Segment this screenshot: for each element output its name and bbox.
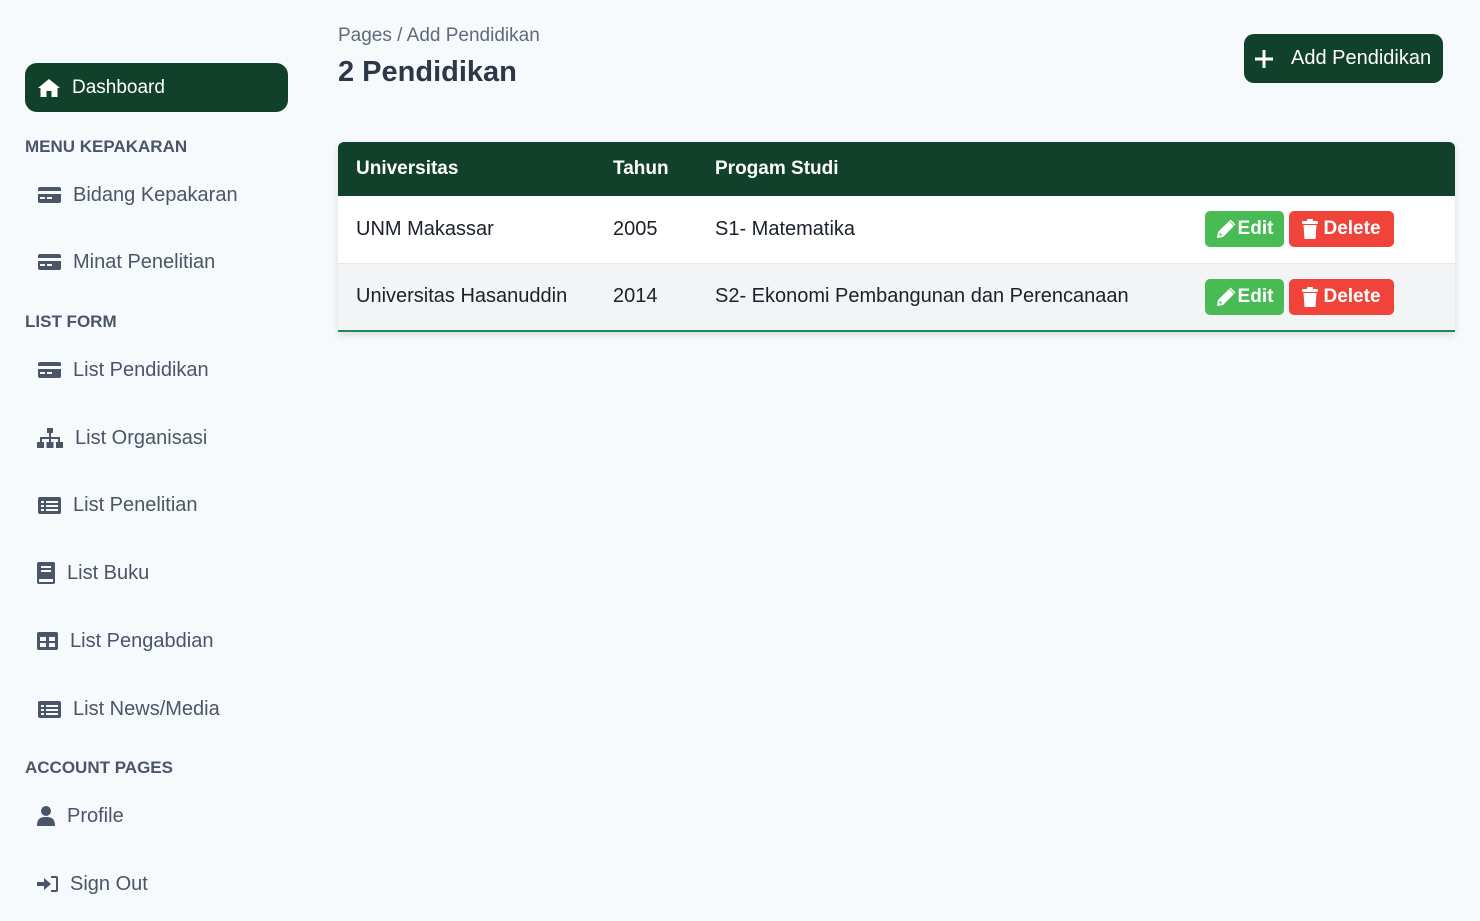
sidebar-item-label: Minat Penelitian [73, 250, 216, 273]
edit-button[interactable]: Edit [1205, 278, 1284, 315]
sidebar: Dashboard MENU KEPAKARAN Bidang Kepakara… [0, 0, 313, 921]
trash-icon [1302, 286, 1319, 307]
cell-progam-studi: S1- Matematika [715, 196, 1205, 264]
sidebar-item-label: List Penelitian [73, 493, 198, 516]
sidebar-item-label: List Pengabdian [70, 629, 214, 652]
sidebar-item-list-news-media[interactable]: List News/Media [37, 692, 220, 726]
sitemap-icon [37, 427, 63, 449]
breadcrumb: Pages / Add Pendidikan [338, 25, 540, 46]
sidebar-item-list-organisasi[interactable]: List Organisasi [37, 421, 207, 455]
credit-card-icon [37, 359, 61, 381]
sidebar-item-label: List Pendidikan [73, 358, 209, 381]
delete-button[interactable]: Delete [1289, 211, 1394, 248]
delete-label: Delete [1323, 285, 1381, 307]
sidebar-item-list-pendidikan[interactable]: List Pendidikan [37, 353, 209, 387]
cell-actions: Edit Delete [1205, 196, 1455, 264]
credit-card-icon [37, 251, 61, 273]
section-title-menu-kepakaran: MENU KEPAKARAN [25, 137, 188, 156]
edit-button[interactable]: Edit [1205, 211, 1284, 248]
book-icon [37, 562, 55, 584]
pencil-icon [1216, 219, 1236, 239]
add-pendidikan-button[interactable]: Add Pendidikan [1244, 34, 1443, 83]
edit-label: Edit [1237, 218, 1274, 240]
column-header-progam-studi: Progam Studi [715, 158, 839, 179]
sign-in-icon [37, 873, 59, 895]
credit-card-icon [37, 184, 61, 206]
cell-actions: Edit Delete [1205, 263, 1455, 330]
sidebar-item-profile[interactable]: Profile [37, 799, 124, 833]
pencil-icon [1216, 287, 1236, 307]
sidebar-item-label: Profile [67, 804, 124, 827]
table-icon [37, 630, 58, 652]
edit-label: Edit [1237, 285, 1274, 307]
sidebar-item-minat-penelitian[interactable]: Minat Penelitian [37, 245, 215, 279]
sidebar-item-list-penelitian[interactable]: List Penelitian [37, 488, 198, 522]
trash-icon [1302, 219, 1319, 240]
sidebar-item-label: List Organisasi [75, 426, 208, 449]
table-row: Universitas Hasanuddin 2014 S2- Ekonomi … [338, 263, 1455, 330]
sidebar-item-label: List News/Media [73, 697, 220, 720]
cell-universitas: UNM Makassar [338, 196, 613, 264]
sidebar-item-list-buku[interactable]: List Buku [37, 556, 149, 590]
sidebar-item-bidang-kepakaran[interactable]: Bidang Kepakaran [37, 178, 238, 212]
column-header-tahun: Tahun [613, 158, 669, 179]
section-title-account-pages: ACCOUNT PAGES [25, 758, 173, 777]
sidebar-item-label: Dashboard [72, 76, 165, 98]
table-header-row: Universitas Tahun Progam Studi [338, 142, 1455, 196]
sidebar-item-label: Bidang Kepakaran [73, 183, 238, 206]
cell-tahun: 2005 [613, 196, 715, 264]
user-icon [37, 805, 55, 827]
column-header-actions [1205, 142, 1455, 196]
pendidikan-table: Universitas Tahun Progam Studi UNM Makas… [338, 142, 1455, 332]
sidebar-item-label: List Buku [67, 561, 150, 584]
section-title-list-form: LIST FORM [25, 312, 117, 331]
column-header-universitas: Universitas [356, 158, 459, 179]
sidebar-item-dashboard[interactable]: Dashboard [25, 63, 288, 112]
delete-button[interactable]: Delete [1289, 278, 1394, 315]
delete-label: Delete [1323, 218, 1381, 240]
list-alt-icon [37, 494, 61, 516]
cell-progam-studi: S2- Ekonomi Pembangunan dan Perencanaan [715, 285, 1129, 308]
sidebar-item-sign-out[interactable]: Sign Out [37, 867, 148, 901]
page-title: 2 Pendidikan [338, 56, 517, 88]
add-button-label: Add Pendidikan [1291, 47, 1432, 69]
cell-tahun: 2014 [613, 285, 658, 308]
list-alt-icon [37, 698, 61, 720]
cell-universitas: Universitas Hasanuddin [356, 285, 568, 308]
sidebar-item-list-pengabdian[interactable]: List Pengabdian [37, 624, 213, 658]
table-row: UNM Makassar 2005 S1- Matematika Edit De… [338, 196, 1455, 264]
plus-icon [1255, 49, 1275, 69]
sidebar-item-label: Sign Out [70, 872, 148, 895]
home-icon [37, 77, 61, 99]
